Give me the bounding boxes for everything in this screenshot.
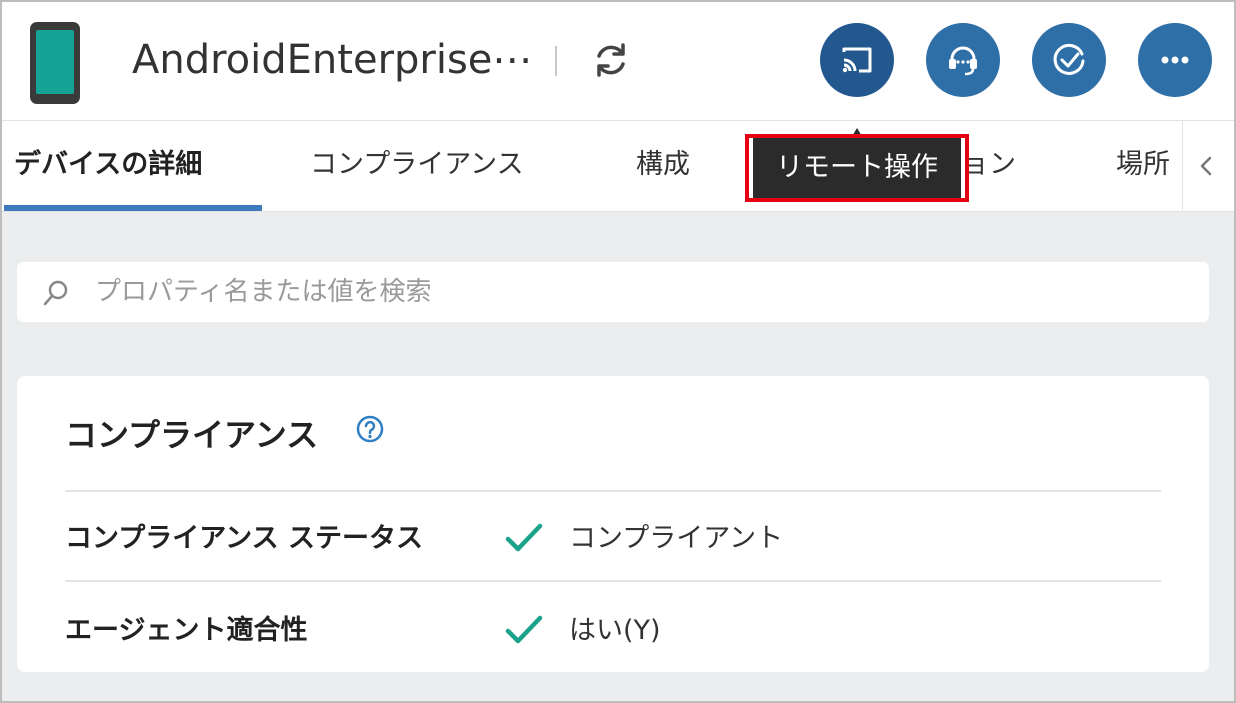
divider [65, 580, 1161, 582]
more-icon [1161, 56, 1189, 64]
tab-location[interactable]: 場所 [1116, 121, 1170, 211]
tab-application[interactable]: ョン [962, 121, 1016, 211]
check-circle-icon [1053, 43, 1085, 75]
active-tab-indicator [4, 205, 262, 211]
row-label-compliance-status: コンプライアンス ステータス [65, 523, 423, 554]
tab-bar: デバイスの詳細 コンプライアンス 構成 ョン 場所 [2, 120, 1234, 212]
search-icon [43, 280, 68, 306]
device-header: AndroidEnterprise⋯ [2, 2, 1234, 120]
help-icon[interactable] [355, 414, 385, 444]
check-icon [505, 615, 543, 644]
highlight-box [745, 134, 969, 202]
tab-scroll-button[interactable] [1182, 121, 1228, 211]
device-title: AndroidEnterprise⋯ [132, 37, 533, 83]
check-icon [505, 523, 543, 552]
row-label-agent-compatibility: エージェント適合性 [65, 615, 308, 646]
row-value-agent-compatibility: はい(Y) [569, 615, 661, 646]
tab-configuration[interactable]: 構成 [636, 121, 690, 211]
card-title: コンプライアンス [65, 416, 319, 454]
property-search [17, 262, 1209, 322]
tab-device-details[interactable]: デバイスの詳細 [14, 121, 202, 211]
compliance-card: コンプライアンス コンプライアンス ステータス コンプライアント エージェント適… [17, 376, 1209, 672]
android-phone-icon [30, 22, 80, 104]
cast-icon [842, 47, 872, 73]
tab-compliance[interactable]: コンプライアンス [310, 121, 524, 211]
search-input[interactable] [95, 262, 1195, 322]
refresh-icon[interactable] [590, 39, 632, 81]
compliance-check-button[interactable] [1032, 23, 1106, 97]
row-value-compliance-status: コンプライアント [569, 523, 784, 554]
more-button[interactable] [1138, 23, 1212, 97]
support-button[interactable] [926, 23, 1000, 97]
remote-control-button[interactable] [820, 23, 894, 97]
device-screen [36, 30, 74, 94]
divider [65, 490, 1161, 492]
app-frame: AndroidEnterprise⋯ デバイスの詳細 コンプライアンス 構成 ョ… [0, 0, 1236, 703]
chevron-left-icon [1200, 156, 1211, 176]
headset-icon [949, 46, 977, 76]
title-separator [555, 46, 557, 76]
